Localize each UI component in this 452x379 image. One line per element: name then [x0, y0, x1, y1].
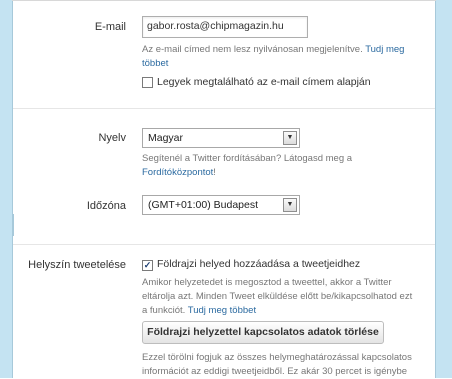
email-field[interactable]: gabor.rosta@chipmagazin.hu — [142, 16, 308, 38]
section-divider — [13, 108, 435, 109]
left-page-border — [0, 0, 13, 378]
timezone-label: Időzóna — [86, 200, 126, 212]
location-checkbox-label: Földrajzi helyed hozzáadása a tweetjeidh… — [157, 258, 361, 270]
section-divider — [13, 244, 435, 245]
chevron-down-icon: ▼ — [283, 198, 297, 212]
location-footer-text: Ezzel törölni fogjuk az összes helymegha… — [142, 352, 412, 377]
language-select[interactable]: Magyar ▼ — [142, 128, 300, 148]
left-edge-tab — [12, 214, 14, 236]
timezone-select[interactable]: (GMT+01:00) Budapest ▼ — [142, 195, 300, 215]
chevron-down-icon: ▼ — [283, 131, 297, 145]
email-help-link[interactable]: Tudj meg — [365, 44, 404, 55]
email-discoverable-checkbox[interactable] — [142, 77, 153, 88]
location-label: Helyszín tweetelése — [28, 259, 126, 271]
language-selected-value: Magyar — [148, 132, 184, 144]
location-help-text: Amikor helyzetedet is megosztod a tweett… — [142, 277, 413, 316]
location-help-link[interactable]: Tudj meg többet — [188, 305, 256, 316]
email-help-link-more[interactable]: többet — [142, 58, 168, 69]
language-label: Nyelv — [98, 132, 126, 144]
timezone-selected-value: (GMT+01:00) Budapest — [148, 199, 259, 211]
top-divider — [12, 0, 436, 1]
translation-center-link[interactable]: Fordítóközpontot — [142, 167, 213, 178]
location-checkbox[interactable]: ✓ — [142, 260, 153, 271]
email-label: E-mail — [94, 21, 126, 33]
email-discoverable-label: Legyek megtalálható az e-mail címem alap… — [157, 76, 371, 88]
right-scroll-border — [435, 0, 452, 378]
delete-location-data-button[interactable]: Földrajzi helyzettel kapcsolatos adatok … — [142, 321, 384, 344]
language-help-text: Segítenél a Twitter fordításában? Látoga… — [142, 153, 353, 178]
email-help-text: Az e-mail címed nem lesz nyilvánosan meg… — [142, 44, 405, 69]
